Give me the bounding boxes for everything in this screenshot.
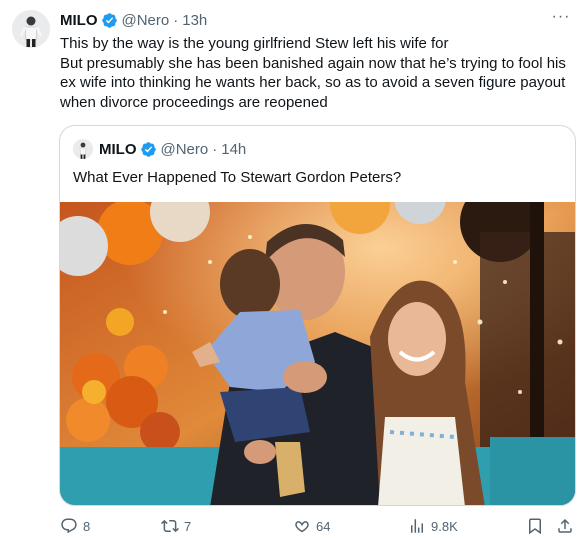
tweet-text: This by the way is the young girlfriend … bbox=[60, 34, 575, 112]
quoted-author-name: MILO bbox=[99, 140, 137, 158]
quoted-tweet[interactable]: MILO @Nero · 14h What Ever Happened To S… bbox=[59, 125, 576, 506]
reply-icon bbox=[61, 518, 77, 534]
bookmark-button[interactable] bbox=[526, 516, 544, 536]
heart-icon bbox=[295, 521, 309, 533]
views-button[interactable]: 9.8K bbox=[408, 516, 458, 536]
author-handle[interactable]: @Nero bbox=[122, 12, 170, 29]
retweet-icon bbox=[161, 519, 179, 533]
tweet-actions: 8 7 64 9.8K bbox=[60, 516, 575, 536]
quoted-author-avatar bbox=[73, 139, 93, 159]
verified-badge-icon bbox=[101, 12, 117, 28]
quoted-author-handle: @Nero bbox=[160, 140, 209, 158]
bookmark-icon bbox=[529, 518, 541, 535]
retweet-button[interactable]: 7 bbox=[161, 516, 191, 536]
reply-button[interactable]: 8 bbox=[60, 516, 90, 536]
tweet-text-line-1: This by the way is the young girlfriend … bbox=[60, 35, 449, 52]
tweet-timestamp[interactable]: 13h bbox=[182, 12, 207, 29]
retweet-count: 7 bbox=[184, 518, 192, 534]
quoted-tweet-photo[interactable] bbox=[60, 202, 575, 505]
quoted-tweet-header: MILO @Nero · 14h bbox=[73, 139, 246, 159]
views-chart-icon bbox=[411, 519, 423, 533]
share-icon bbox=[558, 518, 572, 533]
view-count: 9.8K bbox=[431, 518, 458, 534]
tweet-header: MILO @Nero · 13h bbox=[60, 10, 207, 30]
quoted-timestamp: 14h bbox=[221, 140, 247, 158]
author-name[interactable]: MILO bbox=[60, 12, 98, 29]
like-count: 64 bbox=[316, 518, 331, 534]
tweet[interactable]: MILO @Nero · 13h ··· This by the way is … bbox=[0, 0, 587, 538]
share-button[interactable] bbox=[556, 516, 574, 536]
quoted-verified-badge-icon bbox=[140, 141, 156, 157]
more-options-icon[interactable]: ··· bbox=[551, 9, 571, 28]
quoted-separator-dot: · bbox=[212, 140, 218, 158]
author-avatar[interactable] bbox=[12, 10, 50, 48]
like-button[interactable]: 64 bbox=[293, 516, 330, 536]
reply-count: 8 bbox=[83, 518, 91, 534]
quoted-tweet-text: What Ever Happened To Stewart Gordon Pet… bbox=[73, 169, 402, 186]
tweet-text-line-2: But presumably she has been banished aga… bbox=[60, 54, 566, 111]
separator-dot: · bbox=[173, 11, 179, 29]
